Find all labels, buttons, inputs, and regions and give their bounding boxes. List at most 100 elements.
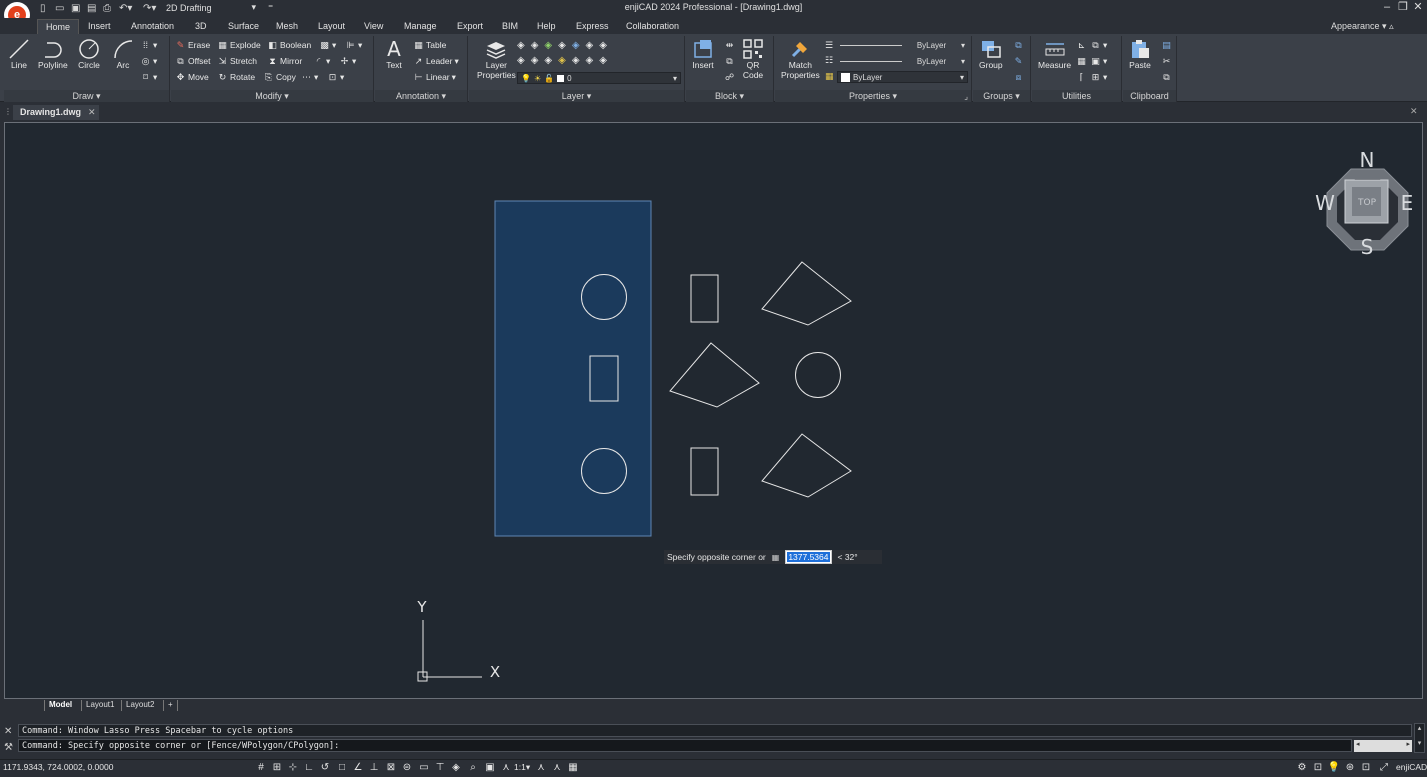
stretch-button[interactable]: ⇲ Stretch <box>217 54 257 68</box>
quadrilateral-entity[interactable] <box>761 261 852 326</box>
copy-button[interactable]: ⎘ Copy <box>263 70 296 84</box>
group-button[interactable]: Group <box>979 38 1003 70</box>
panel-groups-title[interactable]: Groups ▾ <box>973 90 1030 102</box>
tab-close-all-icon[interactable]: ✕ <box>1410 106 1418 117</box>
arc-button[interactable]: Arc <box>112 38 134 70</box>
options-icon[interactable]: ▦ <box>772 553 780 562</box>
scroll-left-icon[interactable]: ◂ <box>1356 740 1360 752</box>
ungroup-button[interactable]: ⧉ <box>1013 38 1024 52</box>
tab-bim[interactable]: BIM <box>494 19 526 34</box>
offset-button[interactable]: ⧉ Offset <box>175 54 210 68</box>
layer-off-icon[interactable]: ◈ <box>517 40 525 51</box>
rectangle-entity[interactable] <box>690 274 719 323</box>
layer-isolate-icon[interactable]: ◈ <box>531 40 539 51</box>
layer-thaw-icon[interactable]: ◈ <box>544 55 552 66</box>
layer-freeze-icon[interactable]: ◈ <box>544 40 552 51</box>
workspace-switch-icon[interactable]: ⊡ <box>1312 761 1324 773</box>
panel-draw-title[interactable]: Draw ▾ <box>4 90 169 102</box>
compass-south-label[interactable]: S <box>1361 235 1374 259</box>
tab-view[interactable]: View <box>356 19 391 34</box>
layer-on-icon[interactable]: ◈ <box>517 55 525 66</box>
dialog-launcher-icon[interactable]: ⌟ <box>964 92 968 101</box>
panel-layer-title[interactable]: Layer ▾ <box>469 90 684 102</box>
monitor-icon[interactable]: ▣ <box>484 761 496 773</box>
purge-button[interactable]: ⊞ ▾ <box>1090 70 1108 84</box>
settings-gear-icon[interactable]: ⚙ <box>1296 761 1308 773</box>
panel-properties-title[interactable]: Properties ▾ <box>775 90 971 102</box>
array-button[interactable]: ▩ ▾ <box>319 38 336 52</box>
hardware-accel-icon[interactable]: ⊡ <box>1360 761 1372 773</box>
document-tab[interactable]: Drawing1.dwg <box>13 105 99 120</box>
paste-button[interactable]: Paste <box>1129 38 1151 70</box>
restore-icon[interactable]: ❐ <box>1396 0 1410 14</box>
line-button[interactable]: Line <box>8 38 30 70</box>
drawing-svg[interactable]: Y X TOP N S E W <box>5 123 1424 700</box>
annotation-visibility-icon[interactable]: ⋏ <box>535 761 547 773</box>
layer-unisolate-icon[interactable]: ◈ <box>531 55 539 66</box>
auto-scale-icon[interactable]: ⋏ <box>551 761 563 773</box>
match-properties-button[interactable]: Match Properties <box>781 38 820 80</box>
move-button[interactable]: ✥ Move <box>175 70 209 84</box>
drawing-canvas[interactable]: Y X TOP N S E W Specify opposite corner … <box>4 122 1423 699</box>
lock-ui-icon[interactable]: ⊛ <box>1344 761 1356 773</box>
layer-unlock-icon[interactable]: ◈ <box>558 55 566 66</box>
dynamic-ucs-icon[interactable]: ⊥ <box>368 761 380 773</box>
tab-3d[interactable]: 3D <box>187 19 215 34</box>
layer-make-current-icon[interactable]: ◈ <box>572 40 580 51</box>
viewcube[interactable]: TOP N S E W <box>1315 148 1413 259</box>
infer-icon[interactable]: ⊹ <box>287 761 299 773</box>
linetype-select[interactable]: ByLayer ▾ <box>837 55 968 67</box>
mirror-button[interactable]: ⧗ Mirror <box>267 54 302 68</box>
transparency-icon[interactable]: ▭ <box>418 761 430 773</box>
command-scrollbar[interactable]: ▴ ▾ <box>1414 723 1425 753</box>
annotation-scale-select[interactable]: 1:1▾ <box>514 762 530 773</box>
polyline-button[interactable]: Polyline <box>38 38 68 70</box>
close-tab-icon[interactable]: ✕ <box>88 107 96 118</box>
tab-layout1[interactable]: Layout1 <box>81 700 118 711</box>
tab-insert[interactable]: Insert <box>80 19 119 34</box>
create-block-button[interactable]: ⇹ <box>724 38 735 52</box>
break-button[interactable]: ⋯ ▾ <box>301 70 318 84</box>
close-icon[interactable]: ✕ <box>1411 0 1425 14</box>
group-select-button[interactable]: ⧈ <box>1013 70 1024 84</box>
hatch-button[interactable]: ⁞⁞ ▾ <box>140 38 157 52</box>
compass-north-label[interactable]: N <box>1360 148 1375 172</box>
tab-export[interactable]: Export <box>449 19 491 34</box>
calculator-button[interactable]: ▦ <box>1076 54 1087 68</box>
circle-entity[interactable] <box>795 352 841 398</box>
insert-block-button[interactable]: Insert <box>692 38 714 70</box>
panel-block-title[interactable]: Block ▾ <box>686 90 773 102</box>
compass-east-label[interactable]: E <box>1401 191 1414 215</box>
leader-button[interactable]: ↗ Leader ▾ <box>413 54 459 68</box>
tab-menu-icon[interactable]: ⋮ <box>4 107 12 116</box>
quadrilateral-entity[interactable] <box>669 342 760 408</box>
tab-home[interactable]: Home <box>37 19 80 34</box>
grid-icon[interactable]: # <box>255 761 267 773</box>
close-command-icon[interactable]: ✕ <box>4 726 12 737</box>
color-select[interactable]: ByLayer ▾ <box>837 71 968 83</box>
layer-previous-icon[interactable]: ◈ <box>599 40 607 51</box>
explode-button[interactable]: ▦ Explode <box>217 38 260 52</box>
horizontal-scrollbar[interactable]: ◂ ▸ <box>1354 740 1412 752</box>
quadrilateral-entity[interactable] <box>761 433 852 498</box>
rotate-button[interactable]: ↻ Rotate <box>217 70 255 84</box>
select-all-button[interactable]: ▣ ▾ <box>1090 54 1107 68</box>
point-style-button[interactable]: ⌈ <box>1076 70 1087 84</box>
zoom-icon[interactable]: ⌕ <box>467 761 479 773</box>
lineweight-toggle-icon[interactable]: ⊜ <box>401 761 413 773</box>
tab-collaboration[interactable]: Collaboration <box>618 19 687 34</box>
dynamic-input-field[interactable]: 1377.5364 <box>785 550 832 564</box>
polar-icon[interactable]: ↺ <box>319 761 331 773</box>
panel-modify-title[interactable]: Modify ▾ <box>171 90 373 102</box>
compass-west-label[interactable]: W <box>1315 191 1335 215</box>
copy-clip-button[interactable]: ▤ <box>1161 38 1172 52</box>
panel-annotation-title[interactable]: Annotation ▾ <box>375 90 467 102</box>
layer-match-icon[interactable]: ◈ <box>586 40 594 51</box>
scale-button[interactable]: ⊡ ▾ <box>327 70 345 84</box>
layer-walk-icon[interactable]: ◈ <box>572 55 580 66</box>
trim-button[interactable]: ✢ ▾ <box>339 54 357 68</box>
ellipse-button[interactable]: ◎ ▾ <box>140 54 158 68</box>
layer-select[interactable]: 💡 ☀ 🔓 0 ▾ <box>517 72 681 84</box>
ortho-icon[interactable]: ∟ <box>303 761 315 773</box>
group-edit-button[interactable]: ✎ <box>1013 54 1024 68</box>
